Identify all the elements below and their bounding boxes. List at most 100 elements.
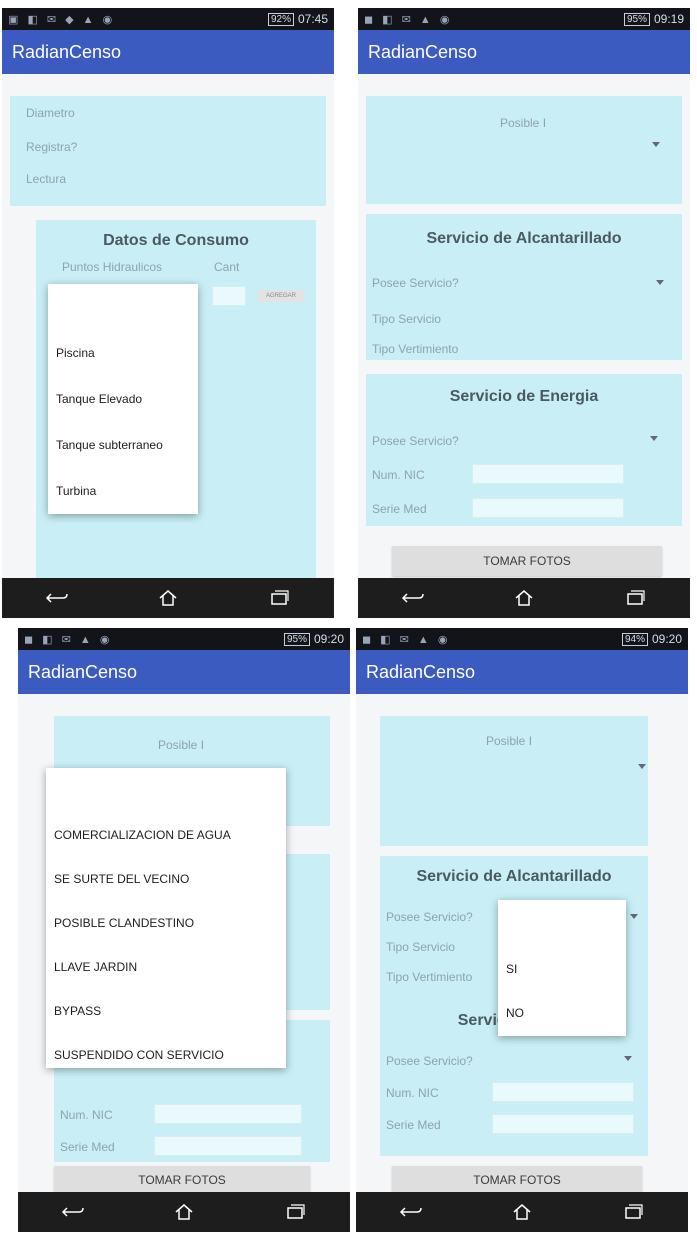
tomar-fotos-button[interactable]: TOMAR FOTOS: [392, 1166, 642, 1194]
lectura-field[interactable]: Lectura: [26, 172, 66, 186]
chevron-down-icon[interactable]: [652, 142, 660, 147]
serie-med-label: Serie Med: [386, 1118, 441, 1132]
energia-posee-spinner[interactable]: Posee Servicio?: [372, 434, 459, 448]
phone-screen-2: ◼ ◧ ✉ ▲ ◉ 95% 09:19 RadianCenso Posible …: [358, 8, 690, 618]
option-turbina[interactable]: Turbina: [56, 484, 96, 498]
posible-label: Posible I: [486, 734, 533, 748]
tipo-servicio-field[interactable]: Tipo Servicio: [372, 312, 441, 326]
chevron-down-icon[interactable]: [624, 1056, 632, 1061]
home-icon[interactable]: [507, 1200, 537, 1224]
posible-label: Posible I: [158, 738, 205, 752]
tipo-vertimiento-field[interactable]: Tipo Vertimiento: [386, 970, 472, 984]
recent-apps-icon[interactable]: [264, 586, 294, 610]
chevron-down-icon[interactable]: [638, 764, 646, 769]
num-nic-label: Num. NIC: [386, 1086, 439, 1100]
agregar-button[interactable]: AGREGAR: [258, 290, 304, 302]
option-posible-clandestino[interactable]: POSIBLE CLANDESTINO: [54, 916, 194, 930]
nav-bar: [2, 578, 334, 618]
posible-panel: Posible I: [380, 716, 648, 846]
serie-med-label: Serie Med: [372, 502, 427, 516]
home-icon[interactable]: [509, 586, 539, 610]
puntos-hidraulicos-header: Puntos Hidraulicos: [62, 260, 163, 274]
back-icon[interactable]: [42, 586, 72, 610]
num-nic-label: Num. NIC: [372, 468, 425, 482]
option-bypass[interactable]: BYPASS: [54, 1004, 101, 1018]
tipo-servicio-field[interactable]: Tipo Servicio: [386, 940, 455, 954]
back-icon[interactable]: [396, 1200, 426, 1224]
option-tanque-subterraneo[interactable]: Tanque subterraneo: [56, 438, 163, 452]
app-title: RadianCenso: [368, 41, 478, 62]
battery-icon: 95%: [623, 12, 650, 26]
option-si[interactable]: SI: [506, 962, 517, 976]
option-comercializacion[interactable]: COMERCIALIZACION DE AGUA: [54, 828, 231, 842]
option-surte-vecino[interactable]: SE SURTE DEL VECINO: [54, 872, 189, 886]
alcantarillado-title: Servicio de Alcantarillado: [426, 230, 622, 247]
home-icon[interactable]: [169, 1200, 199, 1224]
recent-apps-icon[interactable]: [620, 586, 650, 610]
battery-icon: 95%: [283, 632, 310, 646]
phone-screen-3: ◼ ◧ ✉ ▲ ◉ 95% 09:20 RadianCenso Posible …: [18, 628, 350, 1232]
tomar-fotos-button[interactable]: TOMAR FOTOS: [392, 546, 662, 576]
registra-field[interactable]: Registra?: [26, 140, 77, 154]
energia-title: Servicio de Energia: [449, 388, 599, 405]
status-clock: 09:20: [313, 632, 344, 646]
serie-med-input[interactable]: [154, 1136, 302, 1156]
nav-bar: [356, 1192, 688, 1232]
alcantarillado-title: Servicio de Alcantarillado: [416, 868, 612, 885]
option-tanque-elevado[interactable]: Tanque Elevado: [56, 392, 142, 406]
battery-icon: 92%: [267, 12, 294, 26]
energia-posee-spinner[interactable]: Posee Servicio?: [386, 1054, 473, 1068]
posee-servicio-dropdown: SI NO: [498, 900, 626, 1036]
option-llave-jardin[interactable]: LLAVE JARDIN: [54, 960, 137, 974]
notification-icons: ◼ ◧ ✉ ▲ ◉: [362, 633, 451, 646]
chevron-down-icon[interactable]: [630, 914, 638, 919]
tomar-fotos-button[interactable]: TOMAR FOTOS: [54, 1166, 310, 1194]
num-nic-input[interactable]: [492, 1082, 634, 1102]
status-bar: ▣ ◧ ✉ ◆ ▲ ◉ 92% 07:45: [2, 8, 334, 30]
serie-med-input[interactable]: [492, 1114, 634, 1134]
nav-bar: [358, 578, 690, 618]
app-bar: RadianCenso: [18, 650, 350, 694]
back-icon[interactable]: [398, 586, 428, 610]
posee-servicio-spinner[interactable]: Posee Servicio?: [386, 910, 473, 924]
home-icon[interactable]: [153, 586, 183, 610]
app-title: RadianCenso: [12, 41, 122, 62]
phone-screen-1: ▣ ◧ ✉ ◆ ▲ ◉ 92% 07:45 RadianCenso Diamet…: [2, 8, 334, 618]
status-bar: ◼ ◧ ✉ ▲ ◉ 94% 09:20: [356, 628, 688, 650]
option-piscina[interactable]: Piscina: [56, 346, 95, 360]
posible-dropdown: COMERCIALIZACION DE AGUA SE SURTE DEL VE…: [46, 768, 286, 1068]
status-clock: 07:45: [297, 12, 328, 26]
nav-bar: [18, 1192, 350, 1232]
num-nic-input[interactable]: [472, 464, 624, 484]
medidor-panel: Diametro Registra? Lectura: [10, 96, 326, 206]
app-title: RadianCenso: [28, 661, 138, 682]
recent-apps-icon[interactable]: [280, 1200, 310, 1224]
back-icon[interactable]: [58, 1200, 88, 1224]
status-clock: 09:20: [651, 632, 682, 646]
num-nic-input[interactable]: [154, 1104, 302, 1124]
chevron-down-icon[interactable]: [656, 280, 664, 285]
notification-icons: ◼ ◧ ✉ ▲ ◉: [364, 13, 453, 26]
posee-servicio-spinner[interactable]: Posee Servicio?: [372, 276, 459, 290]
serie-med-label: Serie Med: [60, 1140, 115, 1154]
recent-apps-icon[interactable]: [618, 1200, 648, 1224]
cantidad-input[interactable]: [212, 286, 246, 306]
app-bar: RadianCenso: [356, 650, 688, 694]
tipo-vertimiento-field[interactable]: Tipo Vertimiento: [372, 342, 458, 356]
status-clock: 09:19: [653, 12, 684, 26]
puntos-dropdown: Piscina Tanque Elevado Tanque subterrane…: [48, 284, 198, 514]
energia-panel: Servicio de Energia Posee Servicio? Num.…: [366, 374, 682, 526]
notification-icons: ◼ ◧ ✉ ▲ ◉: [24, 633, 113, 646]
diametro-field[interactable]: Diametro: [26, 106, 75, 120]
app-bar: RadianCenso: [358, 30, 690, 74]
serie-med-input[interactable]: [472, 498, 624, 518]
phone-screen-4: ◼ ◧ ✉ ▲ ◉ 94% 09:20 RadianCenso Posible …: [356, 628, 688, 1232]
option-no[interactable]: NO: [506, 1006, 524, 1020]
notification-icons: ▣ ◧ ✉ ◆ ▲ ◉: [8, 13, 116, 26]
chevron-down-icon[interactable]: [650, 436, 658, 441]
option-suspendido[interactable]: SUSPENDIDO CON SERVICIO: [54, 1048, 224, 1062]
app-title: RadianCenso: [366, 661, 476, 682]
cantidad-header: Cant: [214, 260, 240, 274]
battery-icon: 94%: [621, 632, 648, 646]
alcantarillado-panel: Servicio de Alcantarillado Posee Servici…: [366, 214, 682, 360]
